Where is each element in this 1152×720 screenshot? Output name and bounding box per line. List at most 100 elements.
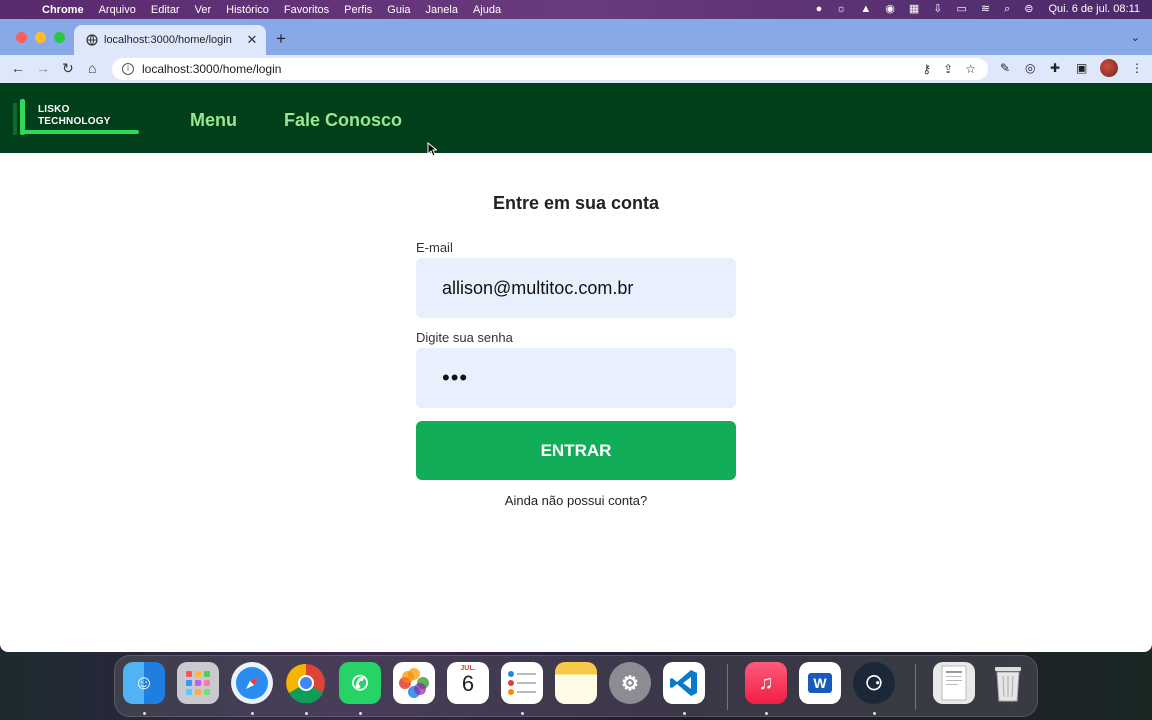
dock: ☺ ✆ JUL. 6 ⚙ ♫ W ⚆ — [114, 655, 1038, 717]
reminders-running-dot — [521, 712, 524, 715]
globe-icon — [86, 34, 98, 46]
mouse-cursor-icon — [427, 142, 437, 157]
wifi-icon[interactable]: ≋ — [981, 0, 990, 19]
music-icon[interactable]: ♫ — [745, 662, 787, 704]
reminders-icon[interactable] — [501, 662, 543, 704]
steam-running-dot — [873, 712, 876, 715]
home-button[interactable]: ⌂ — [88, 60, 96, 76]
app-status-icon[interactable]: ◉ — [885, 0, 895, 19]
signup-link-text[interactable]: Ainda não possui conta? — [505, 493, 647, 508]
bookmark-star-icon[interactable]: ☆ — [965, 62, 976, 76]
vscode-logo-icon — [670, 670, 697, 696]
tab-search-chevron-icon[interactable]: ⌄ — [1131, 31, 1140, 44]
safari-compass-icon — [236, 667, 268, 699]
address-url: localhost:3000/home/login — [142, 62, 282, 76]
menu-arquivo[interactable]: Arquivo — [99, 4, 136, 16]
calendar-icon[interactable]: JUL. 6 — [447, 662, 489, 704]
calendar-day: 6 — [461, 671, 475, 696]
tab-title: localhost:3000/home/login — [104, 34, 232, 46]
launchpad-icon[interactable] — [177, 662, 219, 704]
nav-link-fale-conosco[interactable]: Fale Conosco — [284, 110, 402, 131]
window-controls — [16, 32, 65, 43]
tab-active[interactable]: localhost:3000/home/login ✕ — [74, 25, 266, 55]
menu-historico[interactable]: Histórico — [226, 4, 269, 16]
trash-icon[interactable] — [987, 662, 1029, 704]
logo-line-1: LISKO — [38, 104, 70, 115]
dock-separator-2 — [915, 664, 916, 710]
logo-bar-dark — [13, 103, 17, 135]
menu-janela[interactable]: Janela — [426, 4, 458, 16]
battery-icon[interactable]: ▭ — [956, 0, 966, 19]
new-tab-button[interactable]: + — [276, 29, 286, 49]
close-window-button[interactable] — [16, 32, 27, 43]
finder-icon[interactable]: ☺ — [123, 662, 165, 704]
minimize-window-button[interactable] — [35, 32, 46, 43]
chrome-logo-icon — [286, 663, 325, 703]
word-icon[interactable]: W — [799, 662, 841, 704]
spotlight-search-icon[interactable]: ⌕ — [1004, 0, 1010, 19]
nav-link-menu[interactable]: Menu — [190, 110, 237, 131]
tab-strip: localhost:3000/home/login ✕ + ⌄ — [0, 19, 1152, 55]
finder-running-dot — [143, 712, 146, 715]
menubar-clock[interactable]: Qui. 6 de jul. 08:11 — [1048, 0, 1140, 19]
site-header: LISKO TECHNOLOGY Menu Fale Conosco — [0, 83, 1152, 153]
pen-extension-icon[interactable]: ✎ — [1000, 61, 1010, 75]
more-menu-icon[interactable]: ⋮ — [1131, 61, 1143, 75]
menu-perfis[interactable]: Perfis — [344, 4, 372, 16]
forward-button[interactable]: → — [36, 60, 50, 76]
reload-button[interactable]: ↻ — [62, 60, 74, 77]
chat-extension-icon[interactable]: ◎ — [1025, 61, 1035, 75]
menu-ajuda[interactable]: Ajuda — [473, 4, 501, 16]
grid-status-icon[interactable]: ▦ — [909, 0, 919, 19]
chrome-running-dot — [305, 712, 308, 715]
download-status-icon[interactable]: ⇩ — [933, 0, 942, 19]
brightness-icon[interactable]: ☼ — [836, 0, 846, 19]
password-label: Digite sua senha — [416, 330, 513, 345]
steam-icon[interactable]: ⚆ — [853, 662, 895, 704]
address-bar[interactable]: i localhost:3000/home/login ⚷ ⇪ ☆ — [112, 58, 988, 80]
launchpad-grid-icon — [186, 671, 210, 695]
lisko-logo[interactable]: LISKO TECHNOLOGY — [13, 97, 141, 137]
browser-window: localhost:3000/home/login ✕ + ⌄ ← → ↻ ⌂ … — [0, 19, 1152, 652]
status-area: ● ☼ ▲ ◉ ▦ ⇩ ▭ ≋ ⌕ ⊜ Qui. 6 de jul. 08:11 — [809, 0, 1152, 19]
control-center-icon[interactable]: ⊜ — [1024, 0, 1033, 19]
back-button[interactable]: ← — [11, 60, 25, 76]
whatsapp-running-dot — [359, 712, 362, 715]
key-icon[interactable]: ⚷ — [922, 62, 931, 76]
menu-ver[interactable]: Ver — [195, 4, 212, 16]
trash-can-icon — [995, 667, 1021, 702]
profile-avatar[interactable] — [1100, 59, 1118, 77]
document-thumbnail-icon[interactable] — [933, 662, 975, 704]
chrome-icon[interactable] — [285, 662, 327, 704]
site-info-icon[interactable]: i — [122, 63, 134, 75]
word-w-glyph: W — [808, 673, 832, 693]
logo-line-2: TECHNOLOGY — [38, 116, 111, 127]
side-panel-icon[interactable]: ▣ — [1076, 61, 1087, 75]
logo-underline — [20, 130, 139, 134]
safari-icon[interactable] — [231, 662, 273, 704]
notes-icon[interactable] — [555, 662, 597, 704]
menu-app-name[interactable]: Chrome — [42, 4, 84, 16]
whatsapp-icon[interactable]: ✆ — [339, 662, 381, 704]
share-icon[interactable]: ⇪ — [943, 62, 953, 76]
photos-icon[interactable] — [393, 662, 435, 704]
text-a-icon[interactable]: ▲ — [860, 0, 871, 19]
signup-link[interactable]: Ainda não possui conta? — [0, 493, 1152, 508]
system-settings-gear-icon[interactable]: ⚙ — [609, 662, 651, 704]
email-field[interactable] — [416, 258, 736, 318]
close-tab-icon[interactable]: ✕ — [244, 32, 260, 48]
document-page-icon — [941, 665, 967, 701]
vscode-running-dot — [683, 712, 686, 715]
zoom-window-button[interactable] — [54, 32, 65, 43]
password-field[interactable]: ••• — [416, 348, 736, 408]
menu-favoritos[interactable]: Favoritos — [284, 4, 329, 16]
safari-running-dot — [251, 712, 254, 715]
menu-guia[interactable]: Guia — [387, 4, 410, 16]
record-icon[interactable]: ● — [816, 0, 823, 19]
entrar-button[interactable]: ENTRAR — [416, 421, 736, 480]
photos-flower-icon — [399, 668, 429, 698]
extensions-puzzle-icon[interactable]: ✚ — [1050, 61, 1060, 75]
vscode-icon[interactable] — [663, 662, 705, 704]
browser-toolbar: ← → ↻ ⌂ i localhost:3000/home/login ⚷ ⇪ … — [0, 55, 1152, 83]
menu-editar[interactable]: Editar — [151, 4, 180, 16]
